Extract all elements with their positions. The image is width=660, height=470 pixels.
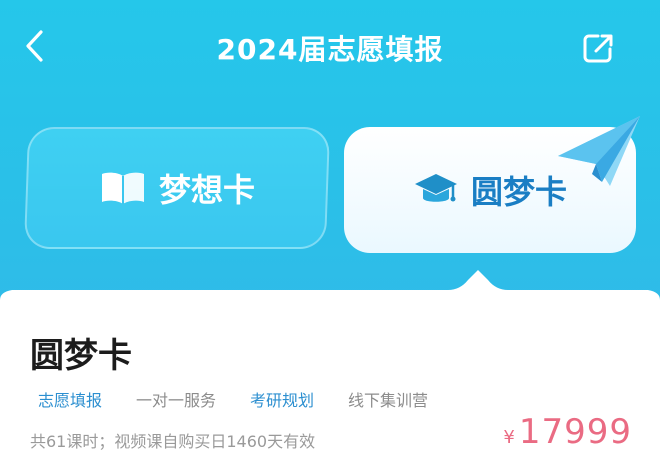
share-button[interactable] xyxy=(578,28,618,68)
price: ¥ 17999 xyxy=(503,412,632,452)
feature-tags: 志愿填报 一对一服务 考研规划 线下集训营 xyxy=(38,387,462,411)
tab-label-dream-card: 梦想卡 xyxy=(158,171,255,209)
product-card: 圆梦卡 志愿填报 一对一服务 考研规划 线下集训营 共61课时；视频课自购买日1… xyxy=(0,270,660,470)
price-currency: ¥ xyxy=(503,427,515,448)
share-icon xyxy=(583,34,613,63)
card-title: 圆梦卡 xyxy=(30,336,132,376)
paper-plane-icon xyxy=(558,116,640,186)
page-title: 2024届志愿填报 xyxy=(216,33,444,66)
graduation-cap-icon xyxy=(414,174,457,202)
feature-tag: 一对一服务 xyxy=(136,391,217,410)
tab-dream-card[interactable]: 梦想卡 xyxy=(23,127,331,249)
feature-tag: 线下集训营 xyxy=(348,391,429,410)
feature-tag: 志愿填报 xyxy=(38,391,103,410)
header-bar: 2024届志愿填报 xyxy=(0,0,660,95)
price-value: 17999 xyxy=(518,412,632,452)
open-book-icon xyxy=(101,172,144,204)
feature-tag: 考研规划 xyxy=(250,391,315,410)
course-description: 共61课时；视频课自购买日1460天有效 xyxy=(30,432,316,451)
